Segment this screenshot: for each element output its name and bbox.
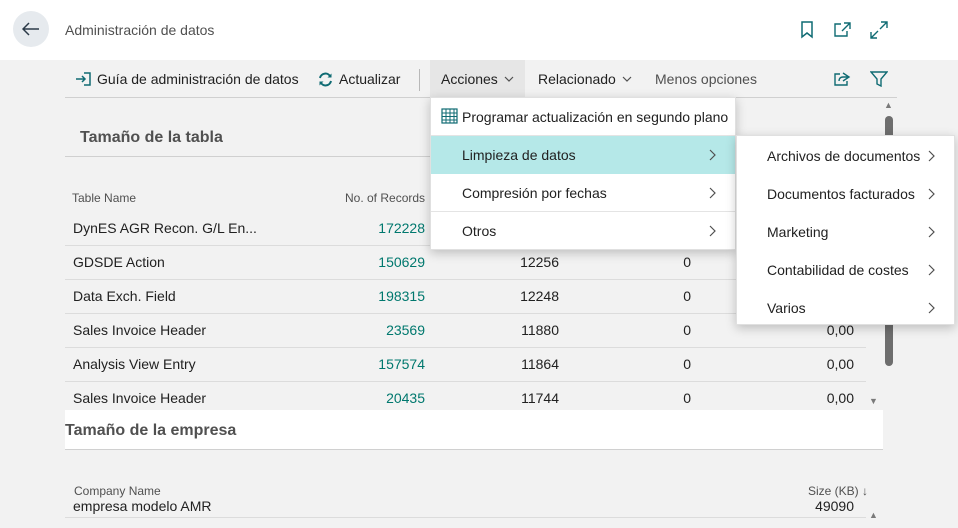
company-size-cell: 49090	[815, 498, 854, 514]
record-count-cell: 12248	[520, 288, 559, 304]
col-header-company-name[interactable]: Company Name	[74, 484, 161, 498]
bookmark-icon	[801, 21, 813, 39]
expand-icon	[870, 21, 888, 39]
submenu-item-cost-accounting[interactable]: Contabilidad de costes	[737, 251, 954, 289]
submenu-item-label: Documentos facturados	[767, 186, 915, 202]
menu-item-label: Programar actualización en segundo plano	[462, 109, 729, 125]
chevron-right-icon	[928, 226, 935, 238]
record-count-cell: 11880	[521, 322, 559, 338]
scroll-up-arrow-icon[interactable]: ▲	[884, 100, 893, 110]
chevron-right-icon	[709, 225, 716, 237]
share-button[interactable]	[833, 60, 851, 98]
record-count-cell: 11744	[521, 390, 559, 406]
no-of-records-link[interactable]: 157574	[378, 356, 425, 372]
company-size-header: Tamaño de la empresa	[65, 410, 883, 450]
menu-item-label: Limpieza de datos	[462, 147, 576, 163]
page-header: Administración de datos	[0, 0, 958, 60]
record-count-cell: 11864	[521, 356, 559, 372]
bookmark-button[interactable]	[797, 20, 817, 40]
menu-item-others[interactable]: Otros	[431, 212, 735, 250]
submenu-item-marketing[interactable]: Marketing	[737, 213, 954, 251]
company-row-partial[interactable]: empresa modelo AMR 49090	[65, 498, 866, 518]
filter-icon	[870, 71, 888, 87]
back-button[interactable]	[13, 11, 49, 47]
submenu-item-invoiced-documents[interactable]: Documentos facturados	[737, 175, 954, 213]
company-size-title: Tamaño de la empresa	[65, 422, 237, 439]
calendar-grid-icon	[441, 108, 458, 127]
no-of-records-link[interactable]: 172228	[378, 220, 425, 236]
chevron-down-icon	[504, 76, 514, 82]
chevron-right-icon	[709, 149, 716, 161]
company-scroll-up-arrow-icon[interactable]: ▲	[869, 510, 878, 520]
actions-menu-button[interactable]: Acciones	[430, 60, 525, 98]
no-of-records-link[interactable]: 150629	[378, 254, 425, 270]
open-new-window-button[interactable]	[832, 20, 852, 40]
value-cell: 0	[683, 322, 691, 338]
no-of-records-link[interactable]: 20435	[386, 390, 425, 406]
menu-item-data-cleanup[interactable]: Limpieza de datos	[431, 136, 735, 174]
table-name-cell: Analysis View Entry	[73, 356, 196, 372]
company-name-cell: empresa modelo AMR	[73, 498, 212, 514]
submenu-item-label: Contabilidad de costes	[767, 262, 909, 278]
actions-dropdown-menu: Programar actualización en segundo plano…	[430, 97, 736, 250]
col-header-table-name[interactable]: Table Name	[72, 191, 136, 205]
related-menu-button[interactable]: Relacionado	[538, 60, 632, 98]
col-header-size-kb[interactable]: Size (KB) ↓	[808, 484, 868, 498]
refresh-icon	[318, 72, 333, 87]
refresh-label: Actualizar	[339, 71, 401, 87]
chevron-right-icon	[928, 264, 935, 276]
no-of-records-link[interactable]: 23569	[386, 322, 425, 338]
menu-item-label: Otros	[462, 223, 497, 239]
sign-in-icon	[75, 72, 91, 86]
table-name-cell: DynES AGR Recon. G/L En...	[73, 220, 257, 236]
value-cell: 0	[683, 356, 691, 372]
menu-item-date-compression[interactable]: Compresión por fechas	[431, 174, 735, 212]
related-label: Relacionado	[538, 71, 616, 87]
table-name-cell: Sales Invoice Header	[73, 390, 207, 406]
submenu-item-document-archives[interactable]: Archivos de documentos	[737, 137, 954, 175]
scroll-down-arrow-icon[interactable]: ▼	[869, 396, 878, 406]
fewer-options-button[interactable]: Menos opciones	[655, 60, 757, 98]
value-cell: 0	[683, 254, 691, 270]
submenu-item-miscellaneous[interactable]: Varios	[737, 289, 954, 327]
chevron-right-icon	[928, 150, 935, 162]
refresh-button[interactable]: Actualizar	[318, 60, 400, 98]
open-new-window-icon	[834, 22, 851, 37]
value-cell: 0	[683, 288, 691, 304]
amount-cell: 0,00	[826, 356, 854, 372]
amount-cell: 0,00	[826, 390, 854, 406]
filter-button[interactable]	[870, 60, 888, 98]
data-admin-guide-button[interactable]: Guía de administración de datos	[75, 60, 299, 98]
no-of-records-link[interactable]: 198315	[378, 288, 425, 304]
action-bar-divider	[419, 69, 420, 91]
chevron-right-icon	[928, 188, 935, 200]
submenu-item-label: Archivos de documentos	[767, 148, 921, 164]
action-bar: Guía de administración de datos Actualiz…	[65, 60, 897, 98]
table-name-cell: Data Exch. Field	[73, 288, 176, 304]
table-name-cell: GDSDE Action	[73, 254, 165, 270]
chevron-right-icon	[928, 302, 935, 314]
data-admin-guide-label: Guía de administración de datos	[97, 71, 299, 87]
chevron-right-icon	[709, 187, 716, 199]
record-count-cell: 12256	[520, 254, 559, 270]
col-header-no-of-records[interactable]: No. of Records	[345, 191, 425, 205]
submenu-item-label: Varios	[767, 300, 806, 316]
share-icon	[834, 72, 851, 86]
fewer-options-label: Menos opciones	[655, 71, 757, 87]
chevron-down-icon	[622, 76, 632, 82]
value-cell: 0	[683, 390, 691, 406]
menu-item-label: Compresión por fechas	[462, 185, 607, 201]
actions-label: Acciones	[441, 71, 498, 87]
expand-button[interactable]	[869, 20, 889, 40]
data-cleanup-submenu: Archivos de documentos Documentos factur…	[736, 135, 955, 325]
table-size-title: Tamaño de la tabla	[80, 129, 223, 146]
submenu-item-label: Marketing	[767, 224, 829, 240]
arrow-left-icon	[22, 22, 39, 36]
menu-item-schedule-update[interactable]: Programar actualización en segundo plano	[431, 98, 735, 136]
page-title: Administración de datos	[65, 22, 215, 38]
table-row[interactable]: Analysis View Entry 157574 11864 0 0,00	[65, 348, 866, 382]
table-name-cell: Sales Invoice Header	[73, 322, 207, 338]
